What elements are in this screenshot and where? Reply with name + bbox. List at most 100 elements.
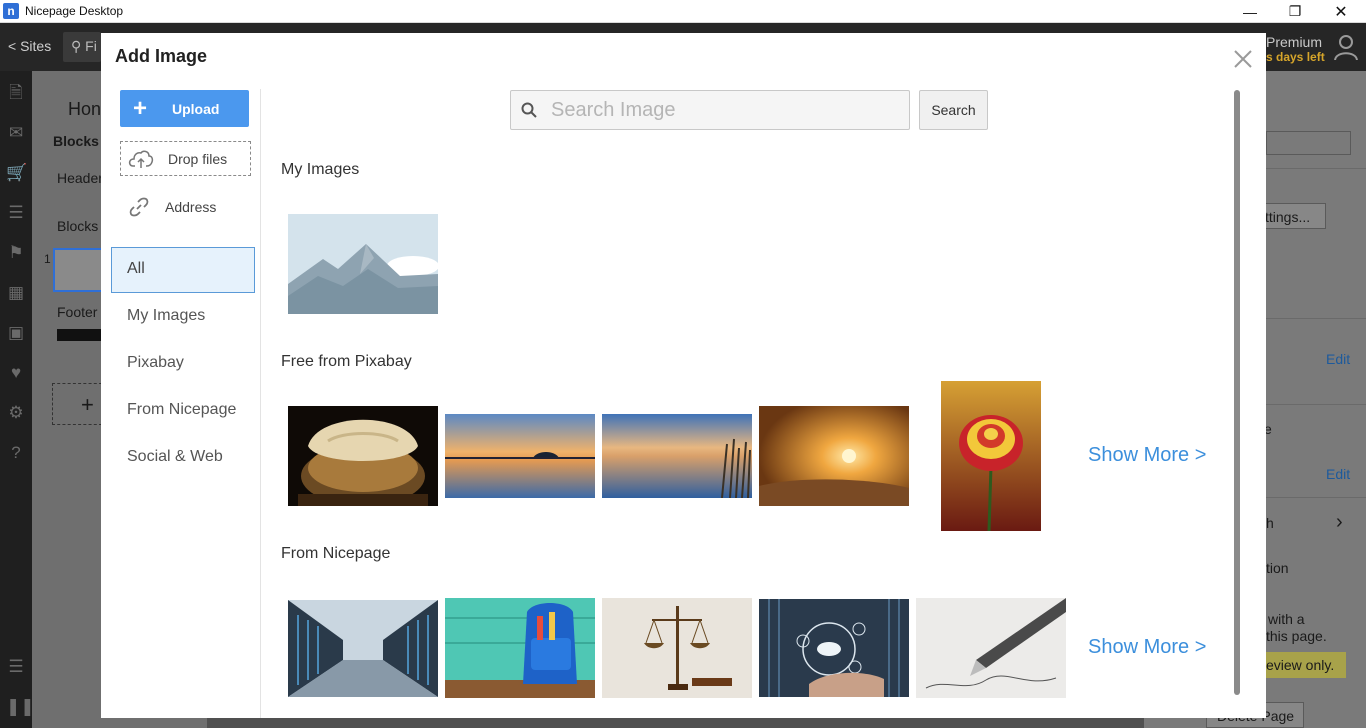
footer-label: Footer: [57, 304, 98, 320]
fountain-pen-image: [916, 598, 1066, 698]
section-title-my-images: My Images: [281, 161, 360, 178]
section-title-pixabay: Free from Pixabay: [281, 353, 412, 370]
image-source-sidebar: + Upload Drop files Address All My Image…: [101, 89, 261, 718]
sites-link[interactable]: < Sites: [8, 38, 51, 54]
category-social-web[interactable]: Social & Web: [111, 435, 255, 481]
search-input[interactable]: [551, 98, 891, 122]
image-thumbnail[interactable]: [759, 599, 909, 697]
mountain-image: [288, 214, 438, 314]
category-all[interactable]: All: [111, 247, 255, 293]
image-thumbnail[interactable]: [759, 406, 909, 506]
image-icon[interactable]: ▣: [6, 323, 26, 343]
window-title: Nicepage Desktop: [25, 4, 124, 18]
search-button[interactable]: Search: [919, 90, 988, 130]
chevron-right-icon[interactable]: ›: [1336, 511, 1343, 534]
app-logo-icon: n: [3, 3, 19, 19]
category-from-nicepage[interactable]: From Nicepage: [111, 388, 255, 434]
divider: [1266, 168, 1366, 169]
show-more-pixabay[interactable]: Show More >: [1088, 444, 1206, 467]
home-label[interactable]: Hon: [68, 99, 101, 120]
blocks-label: Blocks: [57, 218, 99, 234]
gear-icon[interactable]: ⚙: [6, 403, 26, 423]
window-titlebar: n Nicepage Desktop — ❐ ✕: [0, 0, 1366, 23]
reeds-lake-image: [602, 414, 752, 498]
drop-files-zone[interactable]: Drop files: [120, 141, 251, 176]
footer-thumbnail[interactable]: [57, 329, 102, 341]
image-thumbnail[interactable]: [445, 598, 595, 698]
category-my-images[interactable]: My Images: [111, 294, 255, 340]
search-box: [510, 90, 910, 130]
divider: [1266, 318, 1366, 319]
sun-clouds-image: [759, 406, 909, 506]
image-thumbnail[interactable]: [602, 414, 752, 498]
review-only-text: eview only.: [1266, 657, 1335, 673]
image-thumbnail[interactable]: [916, 598, 1066, 698]
left-rail: 🗎 ✉ 🛒 ☰ ⚑ ▦ ▣ ♥ ⚙ ? ☰ ❚❚: [0, 71, 35, 728]
maximize-button[interactable]: ❐: [1272, 0, 1318, 23]
add-image-dialog: Add Image + Upload Drop files Address Al…: [101, 33, 1266, 718]
minimize-button[interactable]: —: [1227, 0, 1273, 23]
add-block-button[interactable]: +: [52, 383, 102, 425]
settings-button[interactable]: ttings...: [1264, 203, 1326, 229]
right-label-tion: tion: [1266, 560, 1289, 576]
category-pixabay[interactable]: Pixabay: [111, 341, 255, 387]
image-thumbnail[interactable]: [288, 406, 438, 506]
image-thumbnail[interactable]: [288, 600, 438, 697]
image-thumbnail[interactable]: [288, 214, 438, 314]
blog-icon[interactable]: ☰: [6, 203, 26, 223]
preview-notice: eview only.: [1260, 652, 1346, 678]
right-label-h: h: [1266, 515, 1274, 531]
image-thumbnail[interactable]: [445, 414, 595, 498]
address-option[interactable]: Address: [129, 197, 216, 217]
help-icon[interactable]: ?: [6, 443, 26, 463]
blocks-tab[interactable]: Blocks: [53, 133, 99, 149]
scrollbar[interactable]: [1234, 90, 1240, 695]
search-icon: [521, 102, 537, 118]
upload-label: Upload: [172, 100, 220, 117]
find-placeholder: Fi: [85, 38, 97, 54]
stamp-icon[interactable]: ⚑: [6, 243, 26, 263]
list-icon[interactable]: ☰: [6, 657, 26, 677]
section-title-nicepage: From Nicepage: [281, 545, 391, 562]
show-more-nicepage[interactable]: Show More >: [1088, 636, 1206, 659]
upload-button[interactable]: + Upload: [120, 90, 249, 127]
scales-image: [602, 598, 752, 698]
edit-link-2[interactable]: Edit: [1326, 466, 1350, 482]
image-thumbnail[interactable]: [941, 381, 1041, 531]
address-label: Address: [165, 199, 217, 215]
block-thumbnail[interactable]: [53, 248, 103, 292]
business-cloud-image: [759, 599, 909, 697]
cloud-upload-icon: [128, 150, 154, 168]
window-close-button[interactable]: ✕: [1318, 0, 1364, 23]
settings-label: ttings...: [1265, 209, 1311, 225]
library-icon[interactable]: ❚❚: [6, 697, 35, 717]
server-room-image: [288, 600, 438, 697]
plus-icon: +: [132, 95, 147, 122]
user-icon[interactable]: [1334, 34, 1358, 60]
property-field[interactable]: [1266, 131, 1351, 155]
block-number: 1: [44, 252, 51, 266]
right-text-with-a: with a: [1268, 611, 1305, 627]
edit-link-1[interactable]: Edit: [1326, 351, 1350, 367]
dialog-title: Add Image: [115, 46, 208, 66]
image-thumbnail[interactable]: [602, 598, 752, 698]
jar-image: [288, 406, 438, 506]
layout-icon[interactable]: ▦: [6, 283, 26, 303]
right-text-this-page: this page.: [1266, 628, 1327, 644]
find-input[interactable]: ⚲ Fi: [63, 32, 101, 62]
premium-label[interactable]: Premium: [1266, 34, 1322, 50]
shop-icon[interactable]: 🛒: [6, 163, 27, 183]
divider: [1266, 497, 1366, 498]
rose-image: [941, 381, 1041, 531]
backpack-image: [445, 598, 595, 698]
link-icon: [129, 197, 149, 217]
close-icon[interactable]: [1231, 47, 1255, 71]
heart-icon[interactable]: ♥: [6, 363, 26, 383]
add-block-label: +: [81, 392, 94, 417]
header-label: Header: [57, 170, 103, 186]
pages-icon[interactable]: 🗎: [6, 83, 26, 103]
comments-icon[interactable]: ✉: [6, 123, 26, 143]
sunset-lake-image: [445, 414, 595, 498]
drop-files-label: Drop files: [168, 150, 228, 167]
divider: [1266, 404, 1366, 405]
